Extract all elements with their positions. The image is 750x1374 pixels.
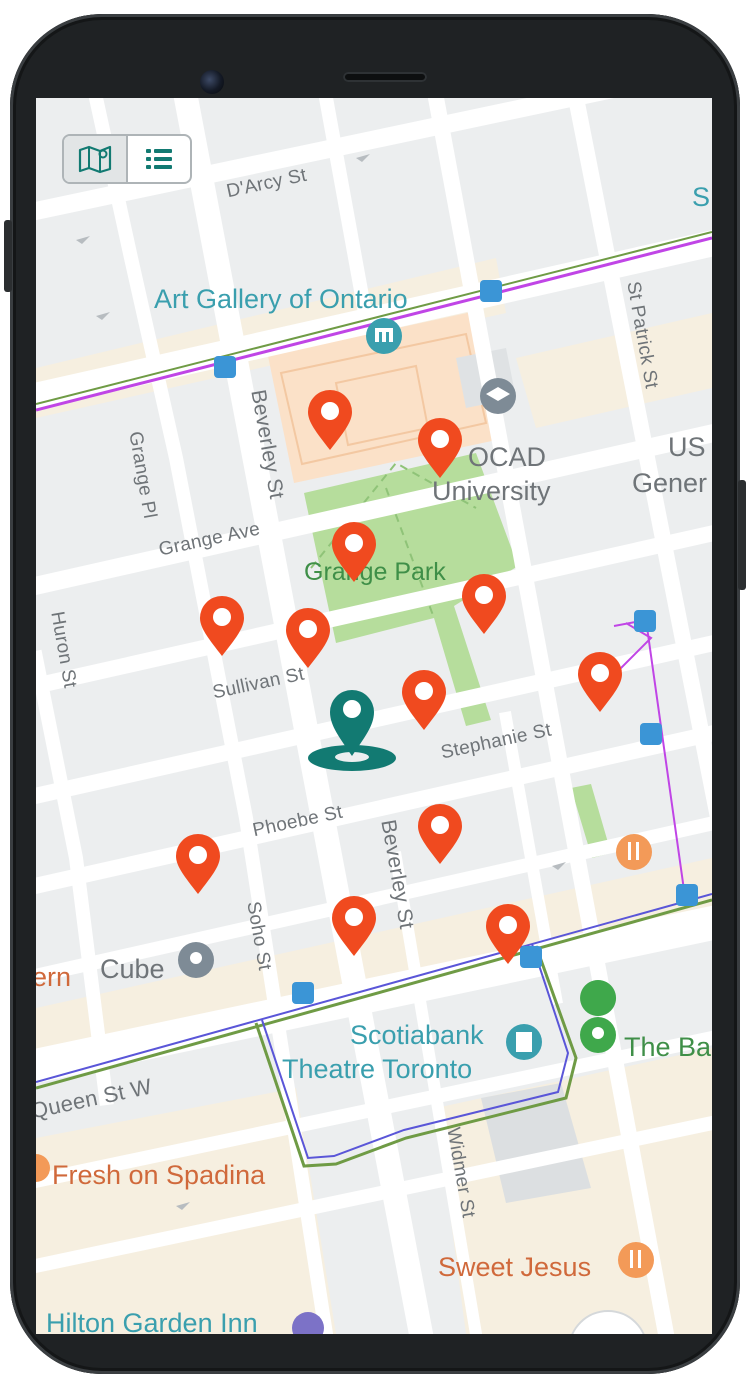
view-toggle[interactable] — [62, 134, 192, 184]
place-label-the-bay[interactable]: The Ba — [624, 1034, 711, 1061]
list-view-button[interactable] — [128, 136, 190, 182]
map-pin-icon[interactable] — [484, 904, 532, 966]
map-pin-icon[interactable] — [400, 670, 448, 732]
current-location-icon[interactable] — [306, 678, 398, 774]
place-label-us[interactable]: US — [668, 434, 706, 461]
place-label-cube[interactable]: Cube — [100, 956, 165, 983]
map-pin-icon[interactable] — [174, 834, 222, 896]
place-label-sweet-jesus[interactable]: Sweet Jesus — [438, 1254, 591, 1281]
place-label-scotiabank[interactable]: Theatre Toronto — [282, 1056, 472, 1083]
map-pin-icon[interactable] — [198, 596, 246, 658]
place-label-hilton[interactable]: Hilton Garden Inn — [46, 1310, 258, 1335]
map-pin-icon[interactable] — [330, 896, 378, 958]
front-camera — [200, 70, 224, 94]
place-label-ocad[interactable]: University — [432, 478, 551, 505]
volume-button — [4, 220, 12, 292]
map-pin-icon[interactable] — [460, 574, 508, 636]
map-pin-icon[interactable] — [416, 804, 464, 866]
map-pin-icon[interactable] — [416, 418, 464, 480]
map-pin-icon[interactable] — [306, 390, 354, 452]
map-pin-icon[interactable] — [284, 608, 332, 670]
map-pin-icon[interactable] — [576, 652, 624, 714]
place-label-us[interactable]: Gener — [632, 470, 707, 497]
earpiece-speaker — [343, 72, 427, 82]
map-icon — [78, 145, 112, 174]
map-screen[interactable]: D'Arcy St Grange Pl Beverley St Grange A… — [36, 98, 712, 1334]
place-label-fresh[interactable]: Fresh on Spadina — [52, 1162, 265, 1189]
map-view-button[interactable] — [64, 136, 128, 182]
place-label-ago[interactable]: Art Gallery of Ontario — [154, 286, 408, 313]
power-button — [738, 480, 746, 590]
place-label-edge[interactable]: S — [692, 184, 710, 211]
place-label-ocad[interactable]: OCAD — [468, 444, 546, 471]
map-pin-icon[interactable] — [330, 522, 378, 584]
place-label-scotiabank[interactable]: Scotiabank — [350, 1022, 484, 1049]
place-label-edge[interactable]: ern — [36, 964, 71, 991]
list-icon — [146, 149, 172, 169]
